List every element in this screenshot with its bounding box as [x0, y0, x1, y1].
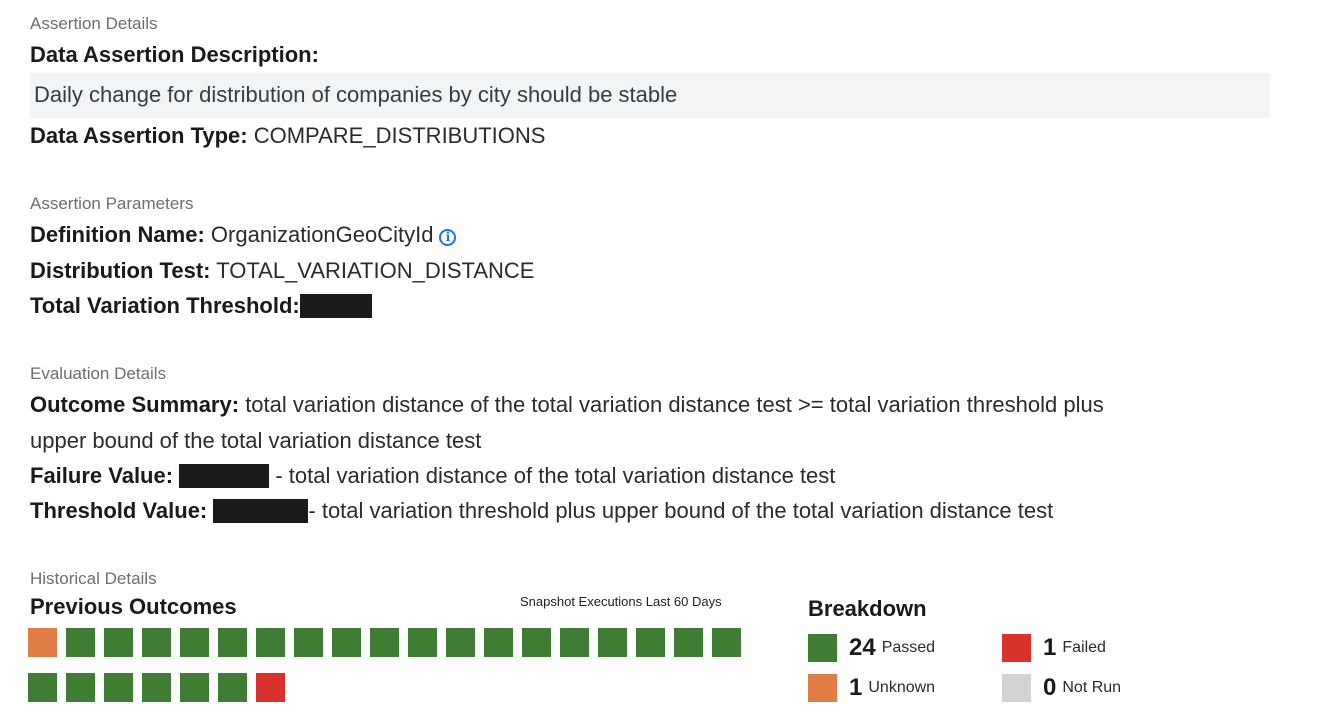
outcome-passed-square[interactable] — [484, 628, 513, 657]
previous-outcomes-title: Previous Outcomes — [30, 594, 237, 619]
failure-value-text: - total variation distance of the total … — [275, 463, 836, 488]
description-text: Daily change for distribution of compani… — [34, 82, 678, 107]
description-box: Daily change for distribution of compani… — [30, 73, 1270, 118]
failed-label: Failed — [1062, 639, 1106, 656]
redacted-failure-value — [179, 464, 270, 488]
outcome-failed-square[interactable] — [256, 673, 285, 702]
passed-label: Passed — [881, 639, 936, 656]
outcome-passed-square[interactable] — [180, 628, 209, 657]
outcome-passed-square[interactable] — [28, 673, 57, 702]
outcome-summary-line: Outcome Summary: total variation distanc… — [30, 392, 1104, 418]
assertion-details-page: Assertion Details Data Assertion Descrip… — [0, 0, 1332, 716]
not-run-swatch — [1002, 674, 1031, 702]
info-icon[interactable]: i — [439, 229, 457, 246]
outcome-summary-label: Outcome Summary: — [30, 392, 240, 417]
total-variation-threshold-label: Total Variation Threshold: — [30, 293, 300, 318]
breakdown-passed: 24 Passed — [808, 634, 935, 662]
snapshot-executions-label: Snapshot Executions Last 60 Days — [520, 594, 722, 609]
unknown-label: Unknown — [868, 679, 936, 696]
failed-count: 1 — [1043, 634, 1057, 661]
failure-value-label: Failure Value: — [30, 463, 174, 488]
distribution-test-line: Distribution Test: TOTAL_VARIATION_DISTA… — [30, 258, 534, 284]
distribution-test-label: Distribution Test: — [30, 258, 211, 283]
outcome-passed-square[interactable] — [712, 628, 741, 657]
threshold-value-text: - total variation threshold plus upper b… — [308, 498, 1054, 523]
outcome-passed-square[interactable] — [256, 628, 285, 657]
outcome-passed-square[interactable] — [66, 628, 95, 657]
outcome-summary-value-cont: upper bound of the total variation dista… — [30, 428, 482, 453]
outcome-passed-square[interactable] — [218, 673, 247, 702]
redacted-threshold — [299, 294, 372, 318]
failure-value-line: Failure Value: - total variation distanc… — [30, 463, 835, 489]
unknown-swatch — [808, 674, 837, 702]
not-run-label: Not Run — [1062, 679, 1122, 696]
definition-name-value: OrganizationGeoCityId — [210, 222, 434, 247]
unknown-count: 1 — [849, 674, 863, 701]
definition-name-label: Definition Name: — [30, 222, 205, 247]
failed-swatch — [1002, 634, 1031, 662]
outcome-summary-value: total variation distance of the total va… — [245, 392, 1104, 417]
breakdown-not-run: 0 Not Run — [1002, 674, 1121, 702]
historical-details-label: Historical Details — [30, 569, 157, 588]
redacted-threshold-value — [213, 499, 309, 523]
outcome-passed-square[interactable] — [294, 628, 323, 657]
outcome-passed-square[interactable] — [142, 628, 171, 657]
distribution-test-value: TOTAL_VARIATION_DISTANCE — [216, 258, 535, 283]
assertion-type-line: Data Assertion Type: COMPARE_DISTRIBUTIO… — [30, 123, 545, 149]
outcome-unknown-square[interactable] — [28, 628, 57, 657]
outcome-passed-square[interactable] — [142, 673, 171, 702]
evaluation-details-label: Evaluation Details — [30, 364, 167, 383]
description-label-line: Data Assertion Description: — [30, 42, 319, 68]
threshold-line: Total Variation Threshold: — [30, 293, 372, 319]
assertion-details-label: Assertion Details — [30, 14, 158, 33]
outcome-passed-square[interactable] — [560, 628, 589, 657]
outcome-passed-square[interactable] — [66, 673, 95, 702]
outcome-passed-square[interactable] — [598, 628, 627, 657]
passed-swatch — [808, 634, 837, 662]
outcome-passed-square[interactable] — [370, 628, 399, 657]
outcomes-row — [28, 628, 748, 657]
breakdown-title: Breakdown — [808, 596, 927, 621]
assertion-type-value: COMPARE_DISTRIBUTIONS — [253, 123, 546, 148]
outcome-summary-cont-line: upper bound of the total variation dista… — [30, 428, 481, 454]
passed-count: 24 — [849, 634, 876, 661]
outcome-passed-square[interactable] — [674, 628, 703, 657]
outcome-passed-square[interactable] — [332, 628, 361, 657]
outcome-passed-square[interactable] — [446, 628, 475, 657]
outcome-passed-square[interactable] — [180, 673, 209, 702]
not-run-count: 0 — [1043, 674, 1057, 701]
breakdown-failed: 1 Failed — [1002, 634, 1106, 662]
outcome-passed-square[interactable] — [408, 628, 437, 657]
outcome-passed-square[interactable] — [104, 628, 133, 657]
definition-name-line: Definition Name: OrganizationGeoCityId i — [30, 222, 457, 248]
outcome-passed-square[interactable] — [104, 673, 133, 702]
threshold-value-line: Threshold Value: - total variation thres… — [30, 498, 1053, 524]
breakdown-unknown: 1 Unknown — [808, 674, 935, 702]
assertion-parameters-label: Assertion Parameters — [30, 194, 194, 213]
outcome-passed-square[interactable] — [636, 628, 665, 657]
outcomes-row — [28, 673, 748, 702]
threshold-value-label: Threshold Value: — [30, 498, 208, 523]
description-label: Data Assertion Description: — [30, 42, 319, 67]
assertion-type-label: Data Assertion Type: — [30, 123, 248, 148]
outcome-passed-square[interactable] — [218, 628, 247, 657]
outcomes-grid — [28, 628, 748, 716]
outcome-passed-square[interactable] — [522, 628, 551, 657]
